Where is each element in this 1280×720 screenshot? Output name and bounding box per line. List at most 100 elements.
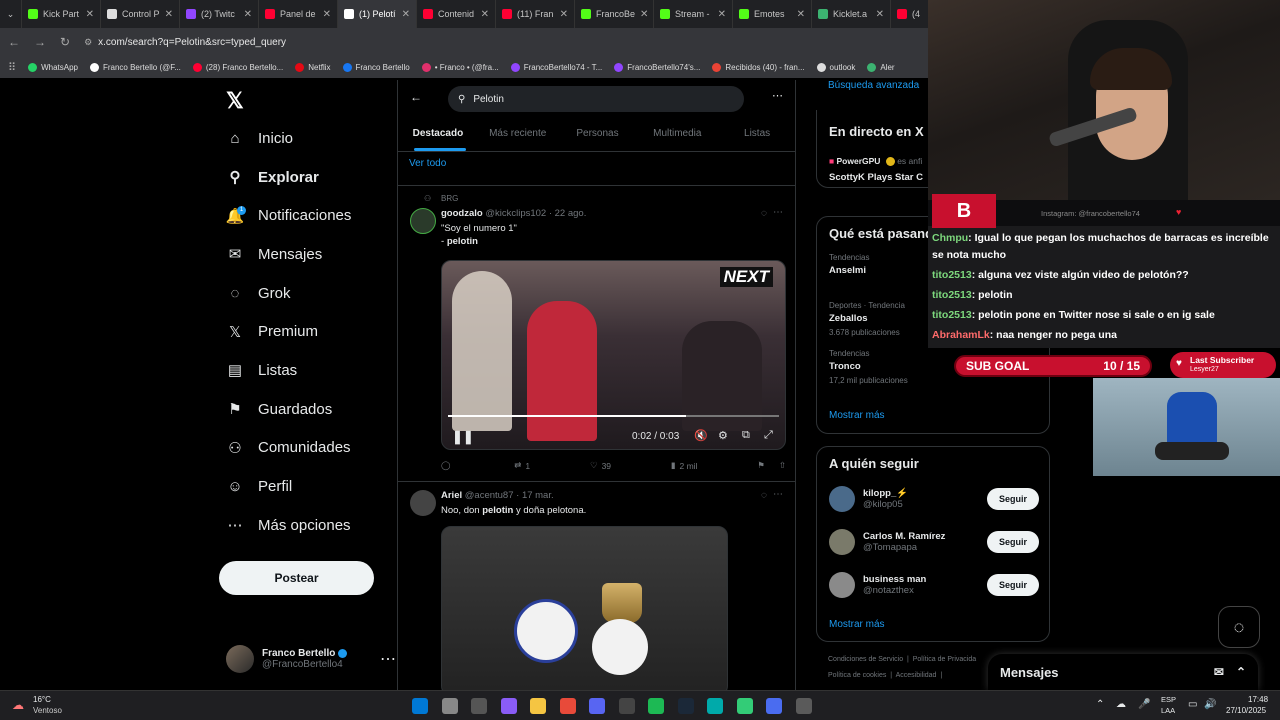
chat-username[interactable]: tito2513 — [932, 269, 972, 281]
avatar[interactable] — [410, 490, 436, 516]
tweet-handle[interactable]: @kickclips102 · 22 ago. — [485, 208, 586, 219]
video-progress-track[interactable] — [448, 415, 779, 417]
task-view-icon[interactable] — [471, 698, 487, 714]
close-icon[interactable]: ✕ — [560, 9, 568, 20]
app-icon[interactable] — [736, 698, 753, 714]
share-icon[interactable]: ⇧ — [779, 460, 786, 471]
browser-tab[interactable]: (2) Twitc ✕ — [180, 0, 259, 28]
chat-username[interactable]: Chmpu — [932, 232, 968, 244]
tab-multimedia[interactable]: Multimedia — [637, 116, 717, 151]
search-icon[interactable] — [441, 698, 458, 714]
tweet-image[interactable] — [441, 526, 728, 690]
clock-date[interactable]: 27/10/2025 — [1226, 706, 1266, 715]
close-icon[interactable]: ✕ — [244, 9, 252, 20]
clock-time[interactable]: 17:48 — [1248, 695, 1268, 704]
back-arrow-icon[interactable]: ← — [410, 90, 422, 104]
pause-icon[interactable]: ❚❚ — [452, 429, 474, 445]
browser-tab[interactable]: (11) Fran ✕ — [496, 0, 575, 28]
tweet[interactable]: ⚇ BRG goodzalo @kickclips102 · 22 ago. ◌… — [398, 186, 795, 480]
live-stream-title[interactable]: ScottyK Plays Star C — [829, 172, 923, 183]
chrome-icon[interactable] — [559, 698, 576, 714]
mute-icon[interactable]: 🔇 — [694, 429, 708, 442]
tweet[interactable]: Ariel @acentu87 · 17 mar. ◌ ⋯ Noo, don p… — [398, 482, 795, 690]
sidebar-item-más-opciones[interactable]: ⋯ Más opciones — [210, 506, 390, 545]
close-icon[interactable]: ✕ — [86, 9, 94, 20]
browser-tab[interactable]: Kick Part ✕ — [22, 0, 101, 28]
app-icon[interactable] — [707, 698, 723, 714]
discord-icon[interactable] — [589, 698, 605, 714]
chat-username[interactable]: AbrahamLk — [932, 329, 990, 341]
tweet-author[interactable]: Ariel — [441, 490, 462, 501]
bookmark-item[interactable]: (28) Franco Bertello... — [192, 62, 283, 72]
app-icon[interactable] — [500, 698, 517, 714]
sidebar-item-listas[interactable]: ▤ Listas — [210, 351, 390, 390]
follow-suggestion[interactable]: Carlos M. Ramírez @Tomapapa Seguir — [829, 526, 1039, 558]
app-icon[interactable] — [795, 698, 812, 714]
show-more-link[interactable]: Mostrar más — [829, 619, 885, 630]
tab-más-reciente[interactable]: Más reciente — [478, 116, 558, 151]
advanced-search-link[interactable]: Búsqueda avanzada — [828, 80, 919, 91]
footer-link[interactable]: Política de Privacida — [913, 656, 976, 663]
bookmark-item[interactable]: WhatsApp — [28, 62, 78, 72]
browser-tab[interactable]: (1) Pelotí ✕ — [338, 0, 417, 28]
obs-icon[interactable] — [618, 698, 635, 714]
close-icon[interactable]: ✕ — [876, 9, 884, 20]
volume-icon[interactable]: 🔊 — [1204, 699, 1216, 710]
grok-icon[interactable]: ◌ — [761, 490, 767, 501]
show-more-link[interactable]: Mostrar más — [829, 410, 885, 421]
live-host[interactable]: ■ PowerGPU es anfi — [829, 156, 922, 167]
bookmark-item[interactable]: outlook — [816, 62, 855, 72]
site-info-icon[interactable]: ⚙ — [84, 37, 92, 48]
network-tray-icon[interactable]: ☁ — [1116, 699, 1126, 710]
tweet-author[interactable]: goodzalo — [441, 208, 483, 219]
forward-icon[interactable]: → — [34, 35, 46, 49]
tab-listas[interactable]: Listas — [717, 116, 795, 151]
tray-chevron-icon[interactable]: ⌃ — [1096, 699, 1104, 710]
close-icon[interactable]: ✕ — [797, 9, 805, 20]
sidebar-item-explorar[interactable]: ⚲ Explorar — [210, 158, 390, 197]
more-icon[interactable]: ⋯ — [773, 489, 783, 500]
browser-tab[interactable]: Panel de ✕ — [259, 0, 338, 28]
footer-link[interactable]: Política de cookies — [828, 672, 886, 679]
bookmark-item[interactable]: • Franco • (@fra... — [421, 62, 499, 72]
close-icon[interactable]: ✕ — [640, 9, 648, 20]
microphone-tray-icon[interactable]: 🎤 — [1138, 699, 1150, 710]
pip-icon[interactable]: ⧉ — [742, 429, 750, 442]
avatar[interactable] — [410, 208, 436, 234]
more-options-icon[interactable]: ⋯ — [772, 89, 783, 102]
compose-message-icon[interactable]: ✉ — [1214, 665, 1224, 679]
follow-suggestion[interactable]: kilopp_⚡ @kilop05 Seguir — [829, 483, 1039, 515]
start-icon[interactable] — [412, 698, 428, 714]
weather-icon[interactable]: ☁ — [12, 698, 24, 712]
bookmark-item[interactable]: Recibidos (40) - fran... — [712, 62, 805, 72]
sidebar-item-premium[interactable]: 𝕏 Premium — [210, 312, 390, 351]
fullscreen-icon[interactable]: ⤢ — [764, 429, 773, 442]
sidebar-item-grok[interactable]: ◌ Grok — [210, 274, 390, 313]
language-layout[interactable]: LAA — [1161, 706, 1175, 715]
messages-drawer[interactable]: Mensajes ✉ ⌃ — [988, 654, 1258, 690]
follow-button[interactable]: Seguir — [987, 531, 1039, 553]
avatar[interactable] — [829, 529, 855, 555]
sidebar-item-comunidades[interactable]: ⚇ Comunidades — [210, 429, 390, 468]
repost-button[interactable]: ⇄ 1 — [514, 460, 530, 471]
grok-button[interactable]: ◌ — [1218, 606, 1260, 648]
sidebar-item-perfil[interactable]: ☺ Perfil — [210, 467, 390, 506]
like-button[interactable]: ♡ 39 — [590, 460, 611, 471]
post-button[interactable]: Postear — [219, 561, 374, 595]
follow-suggestion[interactable]: business man @notazthex Seguir — [829, 569, 1039, 601]
avatar[interactable] — [829, 572, 855, 598]
settings-icon[interactable]: ⚙ — [718, 429, 728, 442]
bookmark-item[interactable]: Aler — [867, 62, 895, 72]
chat-username[interactable]: tito2513 — [932, 309, 972, 321]
follow-button[interactable]: Seguir — [987, 574, 1039, 596]
expand-icon[interactable]: ⌃ — [1236, 665, 1246, 679]
views-button[interactable]: ▮ 2 mil — [671, 460, 698, 471]
search-input[interactable]: ⚲ Pelotin — [448, 86, 744, 112]
close-icon[interactable]: ✕ — [165, 9, 173, 20]
apps-icon[interactable]: ⠿ — [8, 61, 16, 74]
sidebar-item-inicio[interactable]: ⌂ Inicio — [210, 119, 390, 158]
chat-username[interactable]: tito2513 — [932, 289, 972, 301]
close-icon[interactable]: ✕ — [718, 9, 726, 20]
browser-tab[interactable]: Contenid ✕ — [417, 0, 496, 28]
bookmark-item[interactable]: Netflix — [295, 62, 331, 72]
